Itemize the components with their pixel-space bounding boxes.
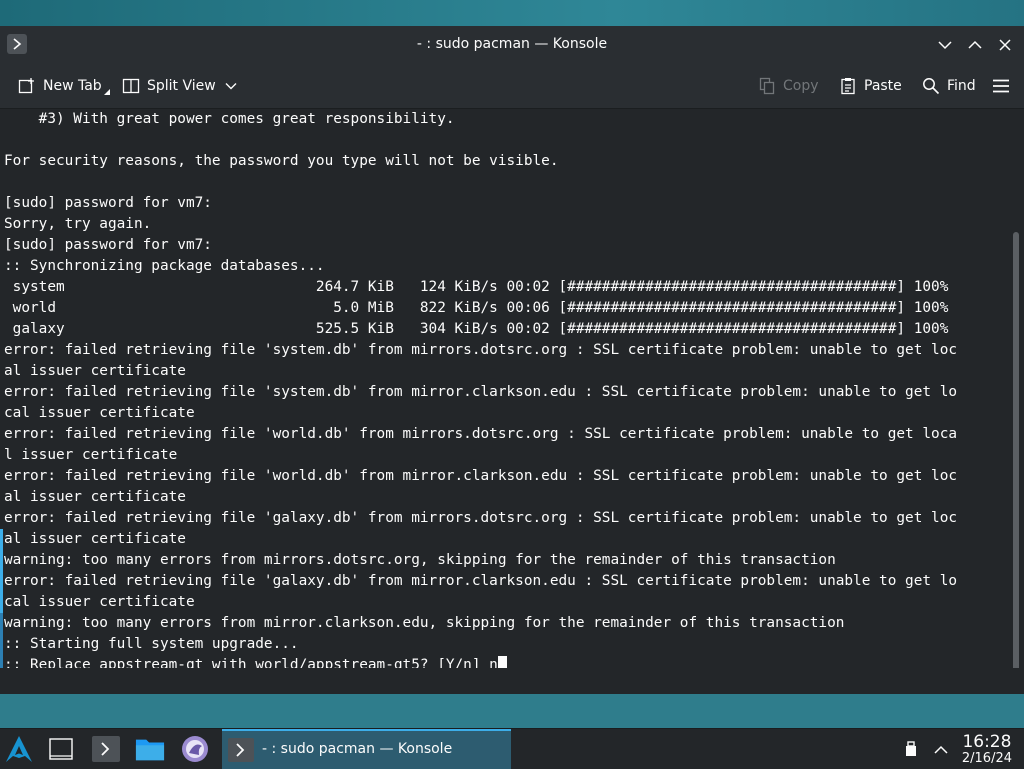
new-tab-label: New Tab xyxy=(43,78,102,94)
clock[interactable]: 16:28 2/16/24 xyxy=(962,733,1012,767)
command-mark-bar xyxy=(0,613,3,676)
terminal-line: error: failed retrieving file 'system.db… xyxy=(4,342,958,358)
copy-button[interactable]: Copy xyxy=(758,75,819,97)
window-title: - : sudo pacman — Konsole xyxy=(416,36,608,52)
terminal-line: galaxy 525.5 KiB 304 KiB/s 00:02 [######… xyxy=(4,321,949,337)
terminal-line: #3) With great power comes great respons… xyxy=(4,111,455,127)
browser-icon xyxy=(182,736,208,762)
file-manager-launcher[interactable] xyxy=(135,735,165,763)
terminal-line: cal issuer certificate xyxy=(4,594,195,610)
scrollbar-thumb[interactable] xyxy=(1013,232,1019,688)
usb-drive-icon xyxy=(906,741,916,756)
chevron-up-icon xyxy=(934,745,948,754)
device-notifier[interactable] xyxy=(896,735,926,763)
terminal-line: :: Synchronizing package databases... xyxy=(4,258,325,274)
konsole-launcher[interactable] xyxy=(91,735,121,763)
terminal-line: cal issuer certificate xyxy=(4,405,195,421)
terminal-line: Sorry, try again. xyxy=(4,216,152,232)
maximize-button[interactable] xyxy=(964,34,986,56)
task-konsole[interactable]: - : sudo pacman — Konsole xyxy=(222,729,511,769)
chevron-up-icon xyxy=(968,40,982,49)
show-desktop-button[interactable] xyxy=(46,735,76,763)
terminal-line: world 5.0 MiB 822 KiB/s 00:06 [#########… xyxy=(4,300,949,316)
paste-button[interactable]: Paste xyxy=(839,75,902,97)
clock-date: 2/16/24 xyxy=(961,751,1012,766)
close-button[interactable] xyxy=(994,34,1016,56)
terminal-line: [sudo] password for vm7: xyxy=(4,237,212,253)
terminal-icon xyxy=(92,736,120,762)
toolbar: New Tab Split View Copy Paste Find xyxy=(0,64,1024,109)
hamburger-menu-button[interactable] xyxy=(992,75,1017,97)
copy-icon xyxy=(759,77,775,95)
terminal-output[interactable]: #3) With great power comes great respons… xyxy=(0,109,1010,694)
chevron-down-icon xyxy=(938,41,952,50)
hamburger-menu-icon xyxy=(993,79,1009,93)
new-tab-icon xyxy=(18,78,34,94)
new-tab-button[interactable]: New Tab xyxy=(18,75,117,97)
terminal-line: al issuer certificate xyxy=(4,363,186,379)
browser-launcher[interactable] xyxy=(180,735,210,763)
terminal-line: al issuer certificate xyxy=(4,489,186,505)
search-icon xyxy=(923,78,940,95)
split-view-icon xyxy=(122,78,140,94)
chevron-down-icon xyxy=(225,83,237,90)
taskbar: - : sudo pacman — Konsole 16:28 2/16/24 xyxy=(0,728,1024,769)
terminal-line: l issuer certificate xyxy=(4,447,178,463)
terminal-line: :: Starting full system upgrade... xyxy=(4,636,299,652)
folder-icon xyxy=(135,739,165,761)
terminal-line: al issuer certificate xyxy=(4,531,186,547)
split-view-button[interactable]: Split View xyxy=(122,75,244,97)
title-bar[interactable]: - : sudo pacman — Konsole xyxy=(0,26,1024,65)
terminal-line: [sudo] password for vm7: xyxy=(4,195,212,211)
desktop-background xyxy=(0,0,1024,26)
minimize-button[interactable] xyxy=(934,34,956,56)
terminal-line: error: failed retrieving file 'galaxy.db… xyxy=(4,510,958,526)
find-label: Find xyxy=(947,78,976,94)
terminal-line: warning: too many errors from mirrors.do… xyxy=(4,552,836,568)
close-icon xyxy=(999,39,1011,51)
arch-logo-icon xyxy=(6,736,32,762)
command-mark-bar xyxy=(0,529,3,613)
paste-icon xyxy=(841,78,855,95)
terminal-line: error: failed retrieving file 'world.db'… xyxy=(4,426,958,442)
terminal-icon xyxy=(228,738,254,762)
app-launcher-button[interactable] xyxy=(4,735,34,763)
system-tray-expand[interactable] xyxy=(926,735,956,763)
split-view-label: Split View xyxy=(147,78,216,94)
paste-label: Paste xyxy=(864,78,902,94)
task-label: - : sudo pacman — Konsole xyxy=(262,741,453,757)
terminal-line: For security reasons, the password you t… xyxy=(4,153,559,169)
clock-time: 16:28 xyxy=(962,732,1012,752)
window-bottom-margin xyxy=(0,668,1024,694)
terminal-line: error: failed retrieving file 'galaxy.db… xyxy=(4,573,958,589)
terminal-line: error: failed retrieving file 'system.db… xyxy=(4,384,958,400)
copy-label: Copy xyxy=(783,78,819,94)
terminal-lines: #3) With great power comes great respons… xyxy=(0,109,1010,676)
desktop-icon xyxy=(49,738,73,760)
terminal-line: warning: too many errors from mirror.cla… xyxy=(4,615,845,631)
terminal-line: system 264.7 KiB 124 KiB/s 00:02 [######… xyxy=(4,279,949,295)
find-button[interactable]: Find xyxy=(922,75,976,97)
dropdown-corner-icon xyxy=(103,89,110,95)
terminal-line: error: failed retrieving file 'world.db'… xyxy=(4,468,958,484)
